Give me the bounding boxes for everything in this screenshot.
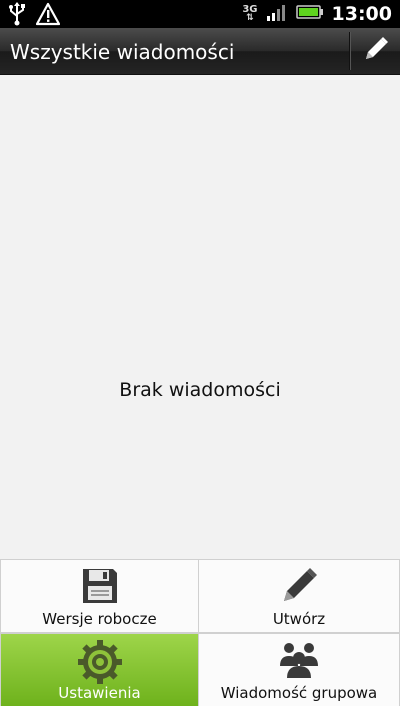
page-title: Wszystkie wiadomości — [10, 40, 235, 64]
battery-icon — [295, 4, 324, 24]
menu-item-settings-label: Ustawienia — [58, 684, 141, 702]
pencil-icon — [279, 566, 319, 606]
compose-button[interactable] — [352, 28, 400, 74]
status-bar: 3G ⇅ 13:00 — [0, 0, 400, 28]
group-icon — [277, 640, 321, 680]
gear-icon — [77, 640, 122, 684]
network-type-indicator: 3G ⇅ — [242, 5, 257, 23]
menu-item-drafts-label: Wersje robocze — [42, 610, 157, 628]
floppy-disk-icon — [80, 566, 120, 606]
warning-icon — [35, 2, 61, 30]
message-list: Brak wiadomości — [0, 75, 400, 559]
signal-icon — [266, 2, 288, 26]
menu-item-group-message[interactable]: Wiadomość grupowa — [199, 634, 399, 706]
title-divider — [349, 32, 350, 70]
menu-item-create[interactable]: Utwórz — [199, 560, 399, 632]
data-arrows-icon: ⇅ — [246, 13, 254, 23]
empty-state-text: Brak wiadomości — [119, 379, 281, 401]
pencil-icon — [362, 35, 390, 67]
title-bar: Wszystkie wiadomości — [0, 28, 400, 75]
options-menu: Wersje robocze Utwórz Ustawienia Wiadomo… — [0, 559, 400, 706]
clock: 13:00 — [331, 3, 392, 25]
usb-icon — [8, 2, 26, 30]
menu-item-drafts[interactable]: Wersje robocze — [1, 560, 198, 632]
menu-item-create-label: Utwórz — [272, 610, 326, 628]
menu-item-group-message-label: Wiadomość grupowa — [220, 684, 378, 702]
menu-item-settings[interactable]: Ustawienia — [1, 634, 198, 706]
